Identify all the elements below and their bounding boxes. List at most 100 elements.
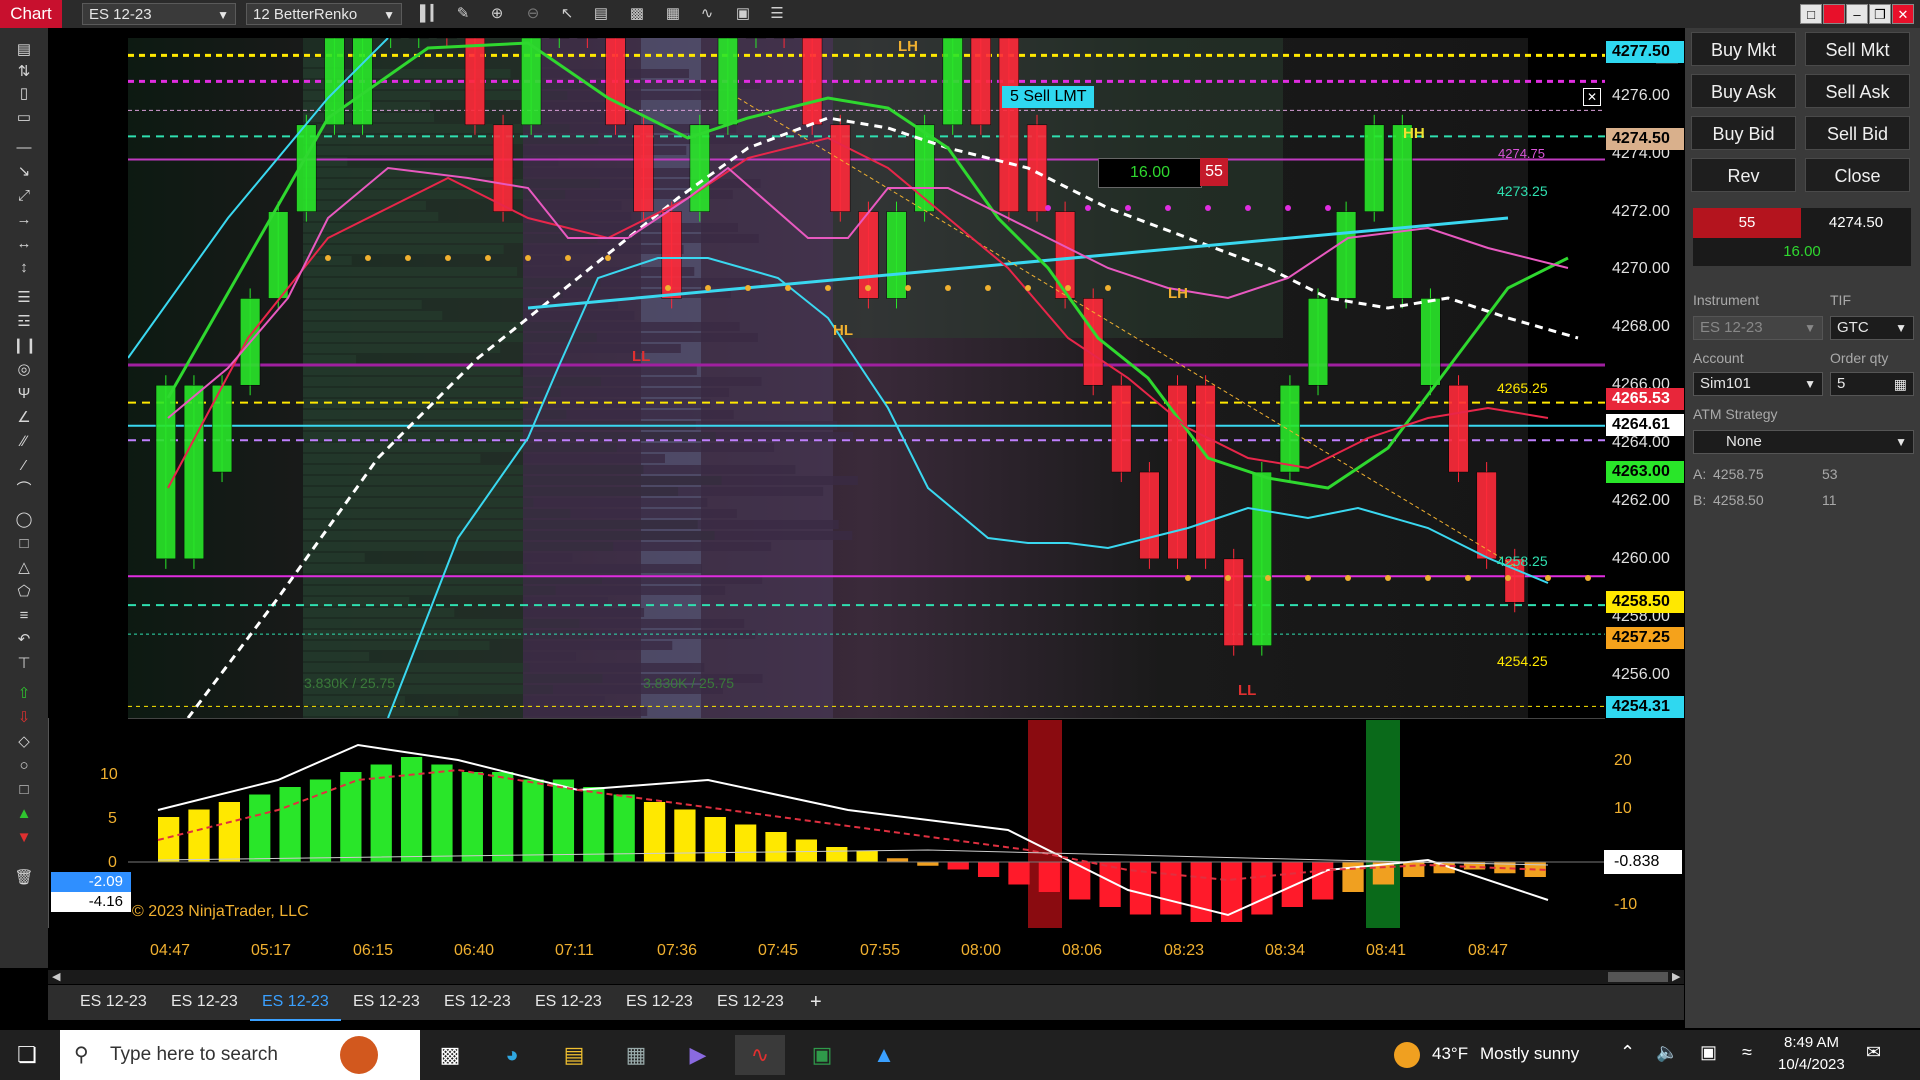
price-range-icon[interactable]: ▯	[12, 84, 36, 104]
fibonacci-circle-icon[interactable]: ◎	[12, 360, 36, 380]
taskbar-search[interactable]: ⚲ Type here to search	[60, 1030, 420, 1080]
dot-icon[interactable]: ○	[12, 756, 36, 776]
trend-channel-icon[interactable]: ⁄	[12, 456, 36, 476]
meet-now-icon[interactable]: ▣	[1700, 1042, 1717, 1063]
risk-reward-icon[interactable]: ⇅	[12, 62, 36, 82]
time-cycles-icon[interactable]: ⊤	[12, 654, 36, 674]
sell-ask-button[interactable]: Sell Ask	[1805, 74, 1910, 108]
photos-icon[interactable]: ▲	[859, 1035, 909, 1075]
arrow-line-icon[interactable]: →	[12, 210, 36, 230]
fibonacci-timezones-icon[interactable]: ❙❙	[12, 336, 37, 356]
clock-time[interactable]: 8:49 AM	[1784, 1034, 1839, 1051]
sell-bid-button[interactable]: Sell Bid	[1805, 116, 1910, 150]
horizontal-scrollbar[interactable]: ◀ ▶	[48, 970, 1684, 984]
chevron-up-icon[interactable]: ⌃	[1620, 1042, 1635, 1063]
buy-bid-button[interactable]: Buy Bid	[1691, 116, 1796, 150]
arc-icon[interactable]: ⌒	[12, 480, 36, 500]
start-button-icon[interactable]: ❏	[14, 1042, 40, 1068]
indicator-panel[interactable]	[128, 720, 1605, 928]
rectangle-icon[interactable]: □	[12, 534, 36, 554]
scroll-left-icon[interactable]: ◀	[52, 970, 60, 983]
reverse-button[interactable]: Rev	[1691, 158, 1796, 192]
chart-tab[interactable]: ES 12-23	[341, 985, 432, 1019]
andrews-pitchfork-icon[interactable]: Ψ	[12, 384, 36, 404]
zoom-in-icon[interactable]: ⊕	[486, 4, 508, 24]
chart-tab[interactable]: ES 12-23	[705, 985, 796, 1019]
line-icon[interactable]: —	[12, 138, 36, 158]
price-axis[interactable]: 4276.00 4274.00 4272.00 4270.00 4268.00 4266.…	[1606, 38, 1684, 718]
app-icon[interactable]: ▶	[673, 1035, 723, 1075]
ray-icon[interactable]: ↘	[12, 162, 36, 182]
chart-tab[interactable]: ES 12-23	[250, 985, 341, 1021]
triangle-up-icon[interactable]: ▲	[12, 804, 36, 824]
restore-icon[interactable]: ❐	[1869, 4, 1891, 24]
instrument-selector[interactable]: ES 12-23 ▼	[82, 3, 236, 25]
task-view-icon[interactable]: ▩	[425, 1035, 475, 1075]
zoom-out-icon[interactable]: ⊖	[522, 4, 544, 24]
bar-style-icon[interactable]: ▌▎	[420, 4, 442, 24]
notifications-icon[interactable]: ✉	[1866, 1042, 1881, 1063]
scroll-thumb[interactable]	[1608, 972, 1668, 982]
triangle-down-icon[interactable]: ▼	[12, 828, 36, 848]
ruler-icon[interactable]: ▤	[12, 40, 36, 60]
excel-icon[interactable]: ▣	[797, 1035, 847, 1075]
close-position-button[interactable]: Close	[1805, 158, 1910, 192]
weather-text[interactable]: Mostly sunny	[1480, 1044, 1579, 1064]
properties-icon[interactable]: ▩	[626, 4, 648, 24]
close-icon[interactable]: ✕	[1892, 4, 1914, 24]
regression-channel-icon[interactable]: ∕∕	[12, 432, 36, 452]
chart-tab[interactable]: ES 12-23	[614, 985, 705, 1019]
account-select[interactable]: Sim101 ▼	[1693, 372, 1823, 396]
gann-fan-icon[interactable]: ∠	[12, 408, 36, 428]
vertical-line-icon[interactable]: ↕	[12, 258, 36, 278]
pointer-icon[interactable]: ↖	[556, 4, 578, 24]
indicators-icon[interactable]: ▦	[662, 4, 684, 24]
sell-market-button[interactable]: Sell Mkt	[1805, 32, 1910, 66]
bar-type-selector[interactable]: 12 BetterRenko ▼	[246, 3, 402, 25]
order-qty-input[interactable]: 5 ▦	[1830, 372, 1914, 396]
volume-icon[interactable]: 🔈	[1656, 1042, 1678, 1063]
atm-strategy-select[interactable]: None ▼	[1693, 430, 1914, 454]
position-qty-box[interactable]: 55	[1200, 158, 1228, 186]
calculator-app-icon[interactable]: ▦	[611, 1035, 661, 1075]
clock-date[interactable]: 10/4/2023	[1778, 1056, 1845, 1073]
buy-ask-button[interactable]: Buy Ask	[1691, 74, 1796, 108]
chart-tab[interactable]: ES 12-23	[68, 985, 159, 1019]
time-axis[interactable]: 04:47 05:17 06:15 06:40 07:11 07:36 07:45 07:55…	[128, 940, 1605, 964]
calculator-icon[interactable]: ▦	[1894, 373, 1907, 395]
order-label[interactable]: 5 Sell LMT	[1002, 86, 1095, 108]
chart-tab[interactable]: ES 12-23	[432, 985, 523, 1019]
weather-icon[interactable]	[1394, 1042, 1420, 1068]
region-icon[interactable]: ▭	[12, 108, 36, 128]
weather-temp[interactable]: 43°F	[1432, 1044, 1468, 1064]
buy-market-button[interactable]: Buy Mkt	[1691, 32, 1796, 66]
wifi-icon[interactable]: ≈	[1742, 1042, 1752, 1063]
edge-icon[interactable]: ◕	[487, 1035, 537, 1075]
horizontal-line-icon[interactable]: ↔	[12, 234, 36, 254]
text-icon[interactable]: ≡	[12, 606, 36, 626]
list-icon[interactable]: ☰	[766, 4, 788, 24]
arrow-down-icon[interactable]: ⇩	[12, 708, 36, 728]
polygon-icon[interactable]: ⬠	[12, 582, 36, 602]
fibonacci-retracement-icon[interactable]: ☰	[12, 288, 36, 308]
chart-tab[interactable]: ES 12-23	[159, 985, 250, 1019]
scroll-right-icon[interactable]: ▶	[1672, 970, 1680, 983]
position-pnl-box[interactable]: 16.00	[1098, 158, 1202, 188]
path-icon[interactable]: ↶	[12, 630, 36, 650]
ninjatrader-icon[interactable]: ∿	[735, 1035, 785, 1075]
strategies-icon[interactable]: ∿	[696, 4, 718, 24]
data-box-icon[interactable]: ▤	[590, 4, 612, 24]
cancel-order-icon[interactable]: ✕	[1583, 88, 1601, 106]
price-panel[interactable]	[128, 38, 1605, 718]
extended-line-icon[interactable]: ⤢	[12, 186, 36, 206]
chart-tab[interactable]: ES 12-23	[523, 985, 614, 1019]
tif-select[interactable]: GTC ▼	[1830, 316, 1914, 340]
square-icon[interactable]: □	[12, 780, 36, 800]
triangle-icon[interactable]: △	[12, 558, 36, 578]
window-menu-icon[interactable]: □	[1800, 4, 1822, 24]
trash-icon[interactable]: 🗑	[12, 868, 36, 888]
minimize-icon[interactable]: –	[1846, 4, 1868, 24]
arrow-up-icon[interactable]: ⇧	[12, 684, 36, 704]
fibonacci-extension-icon[interactable]: ☲	[12, 312, 36, 332]
add-tab-button[interactable]: +	[798, 985, 834, 1019]
